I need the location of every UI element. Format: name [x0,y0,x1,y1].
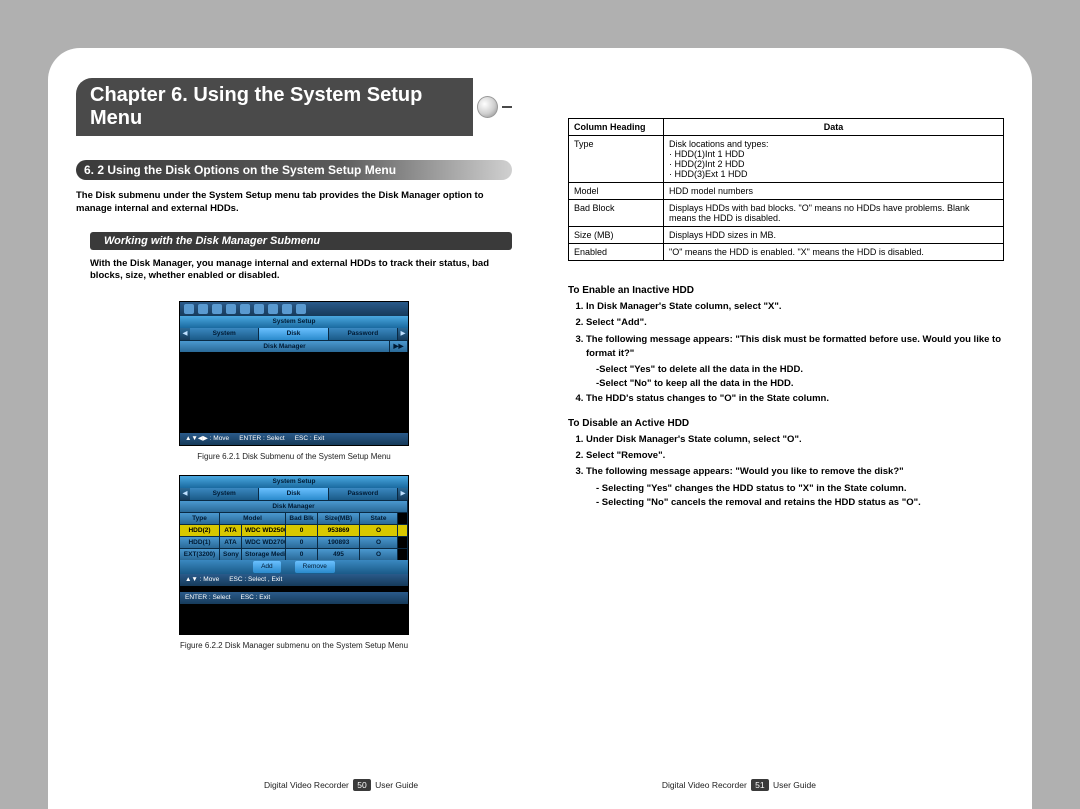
table-row: HDD(1) ATA WDC WD2700J 0 190893 O [180,536,408,548]
dvr-tabs: ◀ System Disk Password ▶ [180,328,408,340]
page-number: 51 [751,779,768,791]
dvr-tabs: ◀ System Disk Password ▶ [180,488,408,500]
button-row: Add Remove [180,560,408,574]
tab-system: System [190,488,259,500]
tab-disk: Disk [259,488,328,500]
figure-caption-2: Figure 6.2.2 Disk Manager submenu on the… [76,641,512,650]
next-icon: ▶ [398,328,408,340]
dvr-screenshot-2: System Setup ◀ System Disk Password ▶ Di… [179,475,409,635]
dvr-hints: ▲▼ : Move ESC : Select , Exit [180,574,408,586]
disk-manager-row: Disk Manager ▶▶ [180,340,408,352]
tab-disk: Disk [259,328,328,340]
table-row: Model HDD model numbers [569,183,1004,200]
subsection-paragraph: With the Disk Manager, you manage intern… [90,258,512,284]
tab-password: Password [329,328,398,340]
table-row: Size (MB) Displays HDD sizes in MB. [569,227,1004,244]
chapter-title: Chapter 6. Using the System Setup Menu [76,78,473,136]
toolbar-icon [198,304,208,314]
page-number: 50 [353,779,370,791]
disable-heading: To Disable an Active HDD [568,418,1004,429]
figure-6-2-2: System Setup ◀ System Disk Password ▶ Di… [76,475,512,650]
table-row: Enabled "O" means the HDD is enabled. "X… [569,244,1004,261]
expand-icon: ▶▶ [390,341,408,352]
left-page: Chapter 6. Using the System Setup Menu 6… [48,48,540,809]
subtitle-row: Disk Manager [180,500,408,512]
list-item: The following message appears: "Would yo… [586,465,1004,479]
dvr-hints: ▲▼◀▶ : Move ENTER : Select ESC : Exit [180,433,408,445]
sub-item: -Select "No" to keep all the data in the… [596,377,1004,391]
chapter-header: Chapter 6. Using the System Setup Menu [76,78,512,136]
toolbar-icon [282,304,292,314]
tab-system: System [190,328,259,340]
dvr-toolbar [180,302,408,316]
table-row: Bad Block Displays HDDs with bad blocks.… [569,200,1004,227]
list-item: The following message appears: "This dis… [586,333,1004,362]
list-item: Select "Remove". [586,449,1004,463]
dvr-title: System Setup [180,316,408,328]
enable-heading: To Enable an Inactive HDD [568,285,1004,296]
list-item: Select "Add". [586,316,1004,330]
th-data: Data [664,119,1004,136]
enable-steps: In Disk Manager's State column, select "… [568,300,1004,408]
sub-item: -Select "Yes" to delete all the data in … [596,363,1004,377]
right-page: Column Heading Data Type Disk locations … [540,48,1032,809]
sub-item: - Selecting "No" cancels the removal and… [596,496,1004,510]
table-row: EXT(3200) Sony Storage Media 0 495 O [180,548,408,560]
list-item: The HDD's status changes to "O" in the S… [586,392,1004,406]
next-icon: ▶ [398,488,408,500]
prev-icon: ◀ [180,328,190,340]
figure-caption-1: Figure 6.2.1 Disk Submenu of the System … [76,452,512,461]
table-header-row: Type Model Bad Blk Size(MB) State [180,512,408,524]
dvr-screenshot-1: System Setup ◀ System Disk Password ▶ Di… [179,301,409,446]
page-spread: Chapter 6. Using the System Setup Menu 6… [48,48,1032,809]
toolbar-icon [212,304,222,314]
toolbar-icon [254,304,264,314]
disable-steps: Under Disk Manager's State column, selec… [568,433,1004,510]
toolbar-icon [184,304,194,314]
toolbar-icon [268,304,278,314]
list-item: In Disk Manager's State column, select "… [586,300,1004,314]
subsection-heading: Working with the Disk Manager Submenu [90,232,512,250]
add-button: Add [253,561,281,573]
intro-paragraph: The Disk submenu under the System Setup … [76,190,512,216]
figure-6-2-1: System Setup ◀ System Disk Password ▶ Di… [76,301,512,461]
footer-right: Digital Video Recorder 51 User Guide [662,779,816,791]
section-heading: 6. 2 Using the Disk Options on the Syste… [76,160,512,180]
remove-button: Remove [295,561,335,573]
list-item: Under Disk Manager's State column, selec… [586,433,1004,447]
toolbar-icon [240,304,250,314]
sub-item: - Selecting "Yes" changes the HDD status… [596,482,1004,496]
footer-left: Digital Video Recorder 50 User Guide [264,779,418,791]
tab-password: Password [329,488,398,500]
dvr-title: System Setup [180,476,408,488]
dvr-hints: ENTER : Select ESC : Exit [180,592,408,604]
toolbar-icon [226,304,236,314]
table-row: HDD(2) ATA WDC WD2500J 0 953869 O [180,524,408,536]
toolbar-icon [296,304,306,314]
prev-icon: ◀ [180,488,190,500]
column-data-table: Column Heading Data Type Disk locations … [568,118,1004,261]
disc-icon [477,96,498,118]
th-column-heading: Column Heading [569,119,664,136]
table-row: Type Disk locations and types: · HDD(1)I… [569,136,1004,183]
